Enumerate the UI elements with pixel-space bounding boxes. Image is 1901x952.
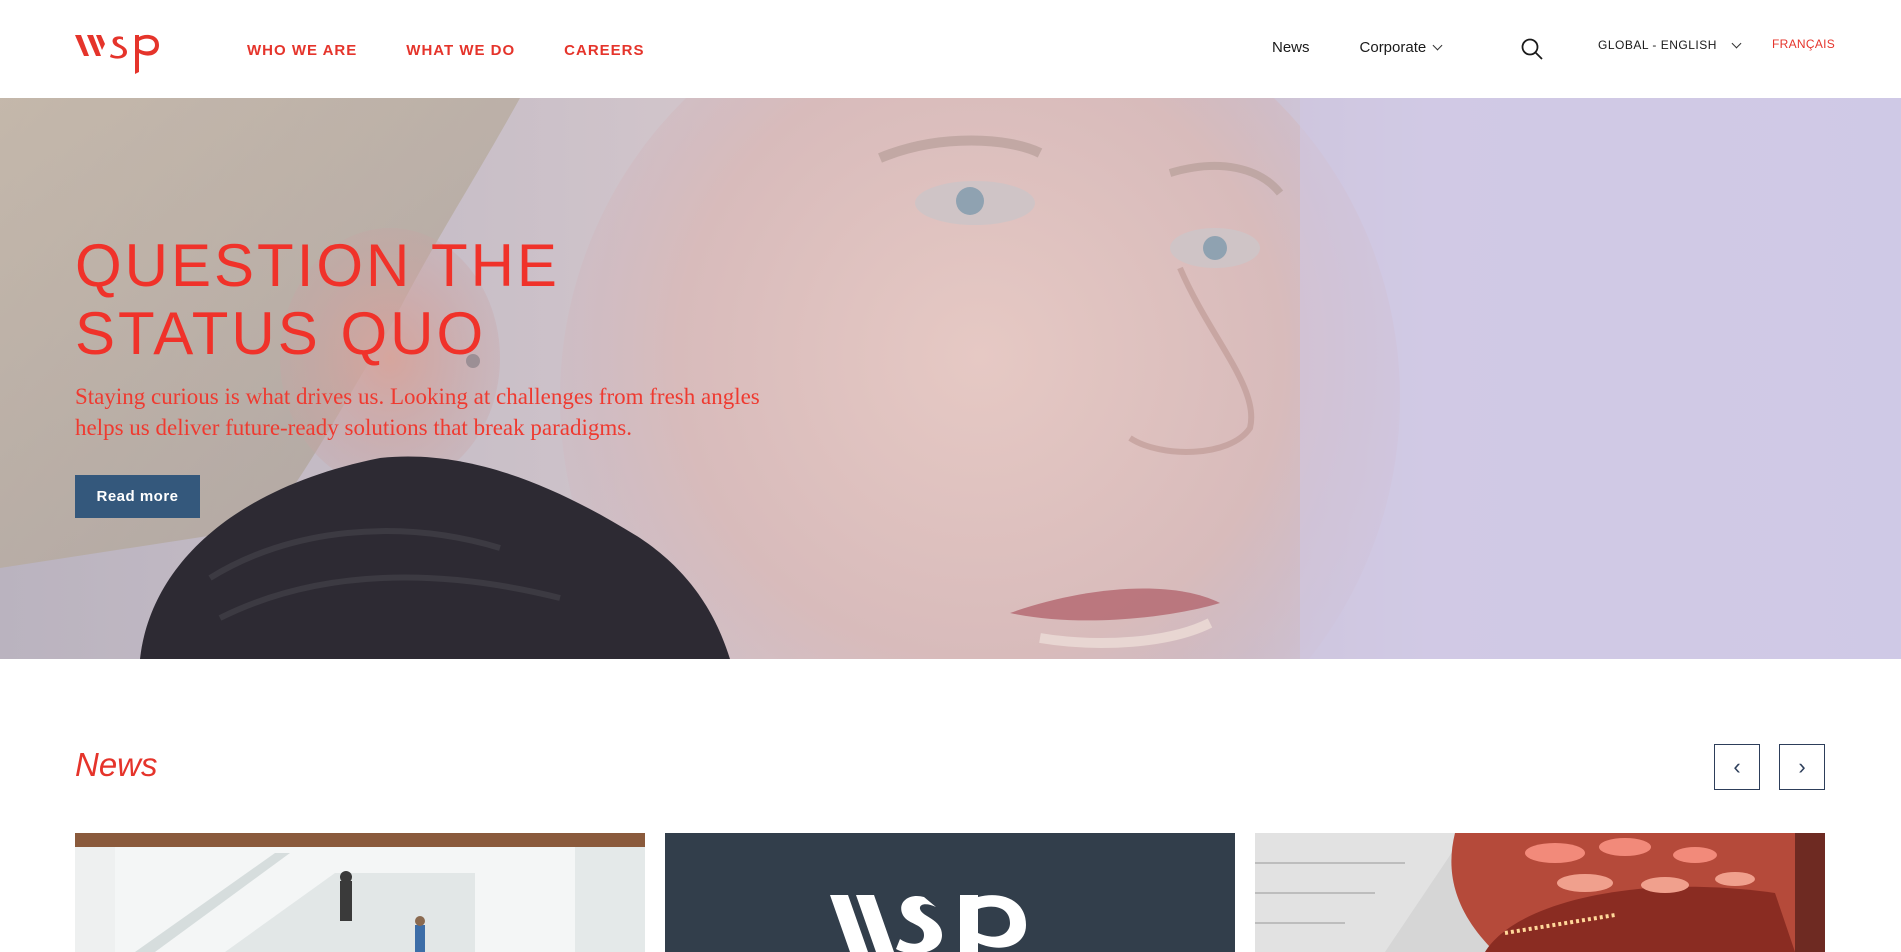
atrium-staircase-image — [75, 833, 645, 952]
red-ceiling-interior-image — [1255, 833, 1825, 952]
nav-who-we-are[interactable]: WHO WE ARE — [247, 42, 357, 60]
news-card-3[interactable] — [1255, 833, 1825, 952]
carousel-prev-button[interactable]: ‹ — [1714, 744, 1760, 790]
corporate-dropdown[interactable]: Corporate — [1359, 38, 1443, 56]
francais-link[interactable]: FRANÇAIS — [1772, 37, 1835, 51]
chevron-down-icon — [1731, 38, 1742, 48]
util-news-link[interactable]: News — [1272, 39, 1310, 56]
chevron-left-icon: ‹ — [1733, 754, 1741, 779]
search-icon — [1521, 38, 1543, 60]
wsp-logo[interactable] — [75, 32, 167, 76]
hero-portrait-image — [0, 98, 1901, 659]
chevron-right-icon: › — [1798, 754, 1806, 779]
carousel-next-button[interactable]: › — [1779, 744, 1825, 790]
news-card-2[interactable] — [665, 833, 1235, 952]
utility-nav: News Corporate — [1272, 36, 1443, 58]
logo-icon — [75, 34, 159, 74]
hero-title-line2: STATUS QUO — [75, 300, 487, 367]
news-card-1[interactable] — [75, 833, 645, 952]
read-more-button[interactable]: Read more — [75, 475, 200, 518]
language-label: GLOBAL - ENGLISH — [1598, 38, 1717, 52]
main-nav: WHO WE ARE WHAT WE DO CAREERS — [247, 42, 645, 60]
language-selector[interactable]: GLOBAL - ENGLISH — [1598, 38, 1742, 52]
hero-title-line1: QUESTION THE — [75, 232, 560, 299]
hero-banner: QUESTION THE STATUS QUO Staying curious … — [0, 98, 1901, 659]
nav-what-we-do[interactable]: WHAT WE DO — [406, 42, 515, 60]
site-header: WHO WE ARE WHAT WE DO CAREERS News Corpo… — [0, 0, 1901, 98]
corporate-label: Corporate — [1359, 38, 1427, 56]
hero-title: QUESTION THE STATUS QUO — [75, 232, 675, 368]
search-button[interactable] — [1520, 37, 1544, 61]
news-section-title: News — [75, 746, 158, 783]
hero-subtitle: Staying curious is what drives us. Looki… — [75, 384, 760, 440]
chevron-down-icon — [1432, 40, 1443, 50]
nav-careers[interactable]: CAREERS — [564, 42, 644, 60]
wsp-logo-card-image — [665, 833, 1235, 952]
